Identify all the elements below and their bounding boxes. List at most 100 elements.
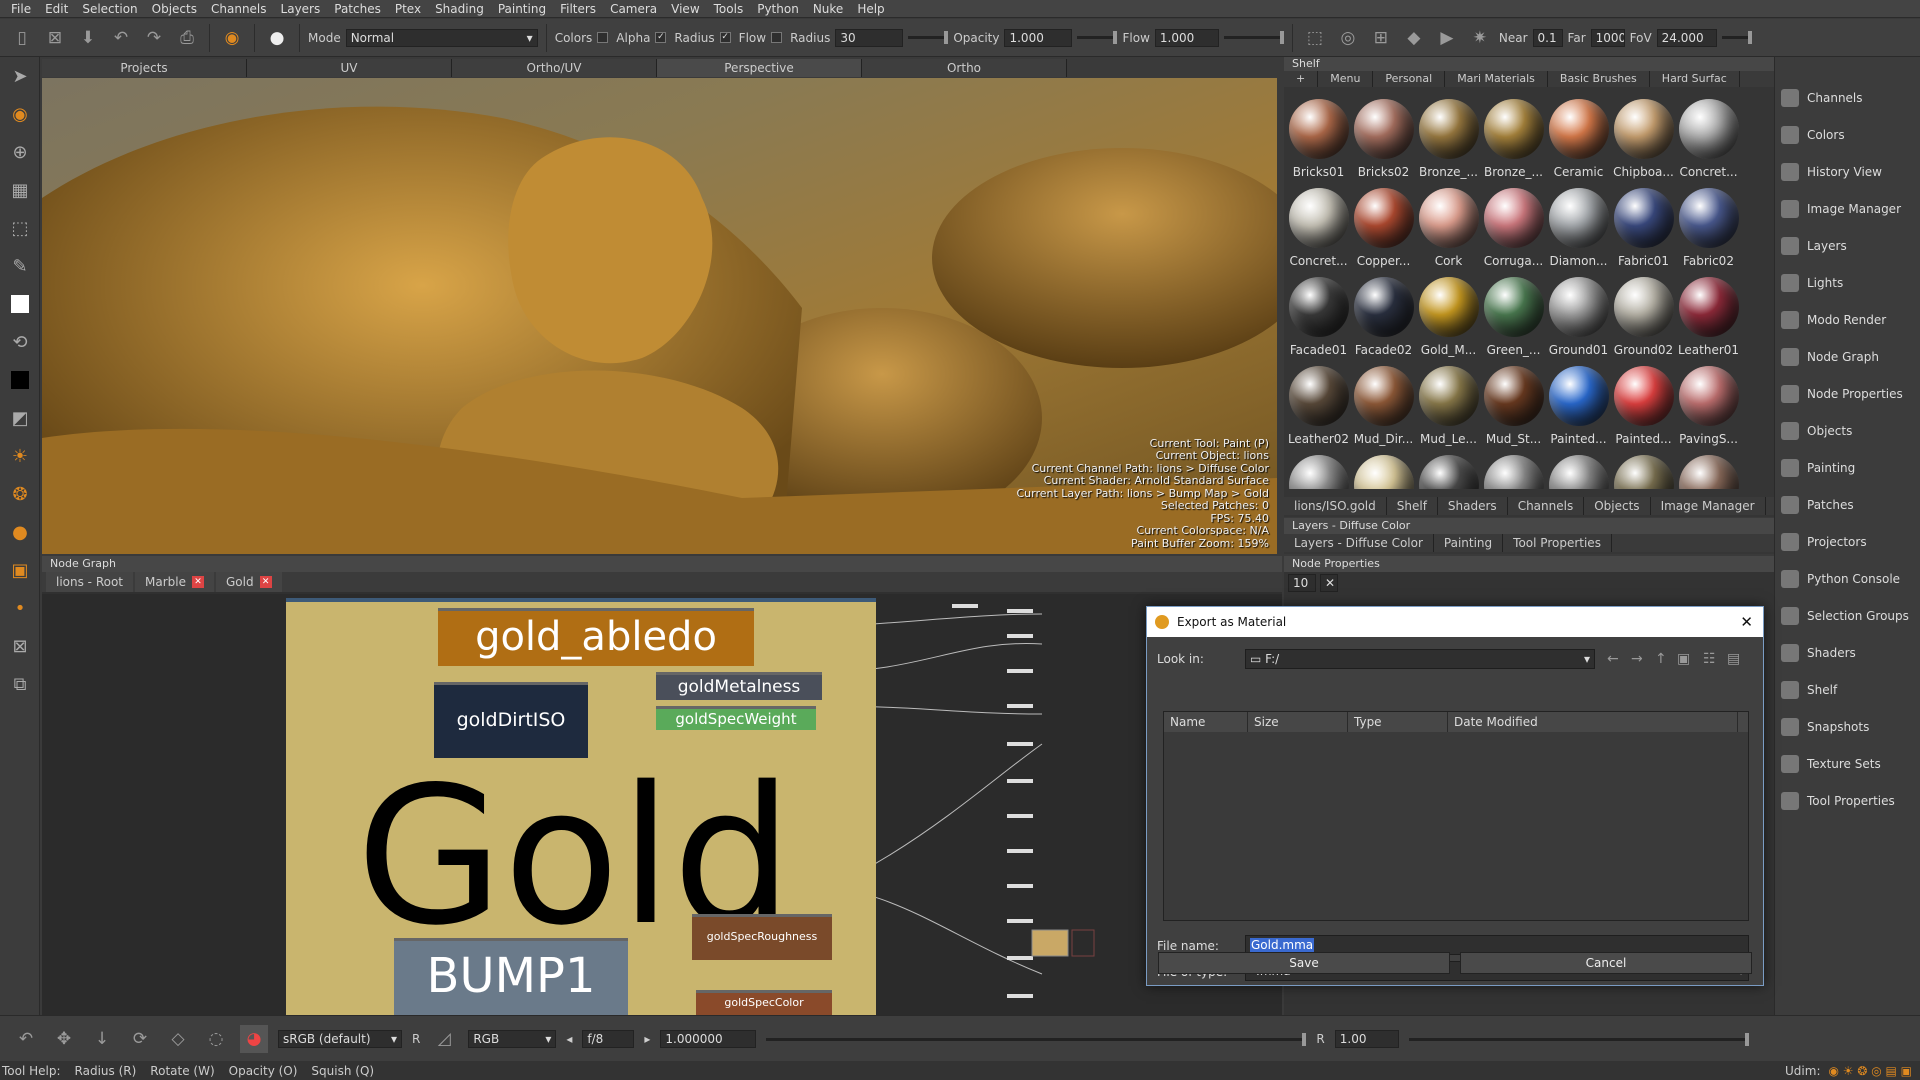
- shelf-tab[interactable]: Mari Materials: [1445, 71, 1548, 87]
- flow-slider[interactable]: [1223, 31, 1284, 44]
- gold-spec-roughness-node[interactable]: goldSpecRoughness: [692, 914, 832, 960]
- menu-channels[interactable]: Channels: [204, 2, 274, 16]
- opacity-slider[interactable]: [1077, 31, 1118, 44]
- mode-select[interactable]: Normal ▾: [345, 28, 538, 47]
- node-graph-tab[interactable]: lions - Root: [46, 572, 134, 592]
- close-file-icon[interactable]: ⊠: [41, 24, 69, 52]
- material-item[interactable]: Corruga...: [1481, 182, 1546, 271]
- close-icon[interactable]: ✕: [1740, 613, 1753, 631]
- gold-dirt-node[interactable]: goldDirtISO: [434, 682, 588, 758]
- material-item[interactable]: Bricks02: [1351, 93, 1416, 182]
- texture-grid-icon[interactable]: ▦: [0, 171, 40, 209]
- eye-icon[interactable]: ◎: [1334, 24, 1362, 52]
- swap-colors-icon[interactable]: ⟲: [0, 323, 40, 361]
- viewport-tab-perspective[interactable]: Perspective: [657, 59, 862, 77]
- column-header[interactable]: Date Modified: [1448, 712, 1738, 732]
- shelf-tab[interactable]: Menu: [1318, 71, 1374, 87]
- save-icon[interactable]: ⬇: [74, 24, 102, 52]
- alpha-checkbox[interactable]: [597, 32, 609, 43]
- material-item[interactable]: Planks: [1351, 449, 1416, 489]
- foreground-color-swatch[interactable]: [0, 285, 40, 323]
- color-wheel-icon[interactable]: ◕: [240, 1025, 268, 1053]
- cancel-button[interactable]: Cancel: [1460, 952, 1752, 974]
- material-item[interactable]: Facade01: [1286, 271, 1351, 360]
- close-icon[interactable]: ✕: [192, 576, 204, 588]
- node-graph-tab[interactable]: Marble ✕: [135, 572, 214, 592]
- sidebar-item-texture-sets[interactable]: Texture Sets: [1775, 745, 1920, 782]
- material-item[interactable]: Mud_St...: [1481, 360, 1546, 449]
- material-item[interactable]: Bricks01: [1286, 93, 1351, 182]
- material-item[interactable]: Plastic02: [1481, 449, 1546, 489]
- shelf-bottom-tab[interactable]: Shaders: [1438, 497, 1508, 515]
- material-item[interactable]: Painted...: [1546, 360, 1611, 449]
- sidebar-item-shelf[interactable]: Shelf: [1775, 671, 1920, 708]
- sidebar-item-projectors[interactable]: Projectors: [1775, 523, 1920, 560]
- print-icon[interactable]: ⎙: [173, 24, 201, 52]
- material-item[interactable]: Mud_Le...: [1416, 360, 1481, 449]
- viewport-tab-uv[interactable]: UV: [247, 59, 452, 77]
- menu-nuke[interactable]: Nuke: [806, 2, 851, 16]
- layers-tab[interactable]: Tool Properties: [1503, 534, 1612, 552]
- column-header[interactable]: Name: [1164, 712, 1248, 732]
- add-icon[interactable]: +: [1284, 71, 1319, 87]
- menu-painting[interactable]: Painting: [491, 2, 553, 16]
- sidebar-item-python-console[interactable]: Python Console: [1775, 560, 1920, 597]
- projection-icon[interactable]: ❂: [0, 475, 40, 513]
- paint-brush-icon[interactable]: ◉: [0, 95, 40, 133]
- material-item[interactable]: Bronze_...: [1416, 93, 1481, 182]
- radius-checkbox[interactable]: ✓: [655, 32, 667, 43]
- node-graph-canvas[interactable]: Gold gold_abledo goldDirtISO goldMetalne…: [42, 594, 1282, 1016]
- next-icon[interactable]: ▸: [644, 1032, 650, 1046]
- sidebar-item-colors[interactable]: Colors: [1775, 116, 1920, 153]
- up-folder-icon[interactable]: ↑: [1655, 651, 1667, 667]
- material-item[interactable]: Ground01: [1546, 271, 1611, 360]
- material-item[interactable]: Fabric01: [1611, 182, 1676, 271]
- brush-tip-icon[interactable]: ●: [263, 24, 291, 52]
- flow-field[interactable]: 1.000: [1154, 28, 1219, 47]
- shelf-bottom-tab[interactable]: lions/ISO.gold: [1284, 497, 1387, 515]
- flow-checkbox[interactable]: ✓: [719, 32, 731, 43]
- material-item[interactable]: Ground02: [1611, 271, 1676, 360]
- viewport-tab-ortho-uv[interactable]: Ortho/UV: [452, 59, 657, 77]
- material-item[interactable]: Gold_M...: [1416, 271, 1481, 360]
- lasso-icon[interactable]: ◌: [202, 1025, 230, 1053]
- menu-selection[interactable]: Selection: [75, 2, 144, 16]
- forward-icon[interactable]: →: [1631, 651, 1643, 667]
- light-icon[interactable]: ✷: [1466, 24, 1494, 52]
- gain-field[interactable]: 1.00: [1334, 1030, 1399, 1048]
- material-item[interactable]: Painted...: [1611, 360, 1676, 449]
- fit-icon[interactable]: ⧉: [0, 665, 40, 703]
- menu-tools[interactable]: Tools: [707, 2, 751, 16]
- cube-icon[interactable]: ⬚: [1301, 24, 1329, 52]
- new-folder-icon[interactable]: ▣: [1677, 651, 1690, 667]
- detail-view-icon[interactable]: ▤: [1727, 651, 1740, 667]
- sidebar-item-channels[interactable]: Channels: [1775, 79, 1920, 116]
- material-item[interactable]: Fabric02: [1676, 182, 1741, 271]
- layers-tab[interactable]: Layers - Diffuse Color: [1284, 534, 1434, 552]
- shelf-bottom-tab[interactable]: Shelf: [1387, 497, 1438, 515]
- node-graph-tab[interactable]: Gold ✕: [216, 572, 282, 592]
- down-arrow-icon[interactable]: ↓: [88, 1025, 116, 1053]
- marquee-icon[interactable]: ⬚: [0, 209, 40, 247]
- material-item[interactable]: Facade02: [1351, 271, 1416, 360]
- back-icon[interactable]: ←: [1607, 651, 1619, 667]
- sidebar-item-objects[interactable]: Objects: [1775, 412, 1920, 449]
- look-in-select[interactable]: ▭ F:/ ▾: [1245, 649, 1595, 669]
- clear-icon[interactable]: ✕: [1320, 574, 1338, 592]
- save-button[interactable]: Save: [1158, 952, 1450, 974]
- menu-shading[interactable]: Shading: [428, 2, 491, 16]
- material-item[interactable]: PavingS...: [1676, 360, 1741, 449]
- menu-edit[interactable]: Edit: [38, 2, 75, 16]
- select-arrow-icon[interactable]: ➤: [0, 57, 40, 95]
- gain-slider[interactable]: [1408, 1032, 1749, 1046]
- menu-patches[interactable]: Patches: [327, 2, 388, 16]
- exposure-slider[interactable]: [766, 1032, 1307, 1046]
- material-item[interactable]: Green_...: [1481, 271, 1546, 360]
- sidebar-item-history-view[interactable]: History View: [1775, 153, 1920, 190]
- material-item[interactable]: Diamon...: [1546, 182, 1611, 271]
- material-item[interactable]: PavingS...: [1286, 449, 1351, 489]
- material-item[interactable]: RustyMe...: [1676, 449, 1741, 489]
- default-colors-icon[interactable]: ◩: [0, 399, 40, 437]
- fstop-field[interactable]: f/8: [582, 1030, 635, 1048]
- opacity-field[interactable]: 1.000: [1004, 28, 1073, 47]
